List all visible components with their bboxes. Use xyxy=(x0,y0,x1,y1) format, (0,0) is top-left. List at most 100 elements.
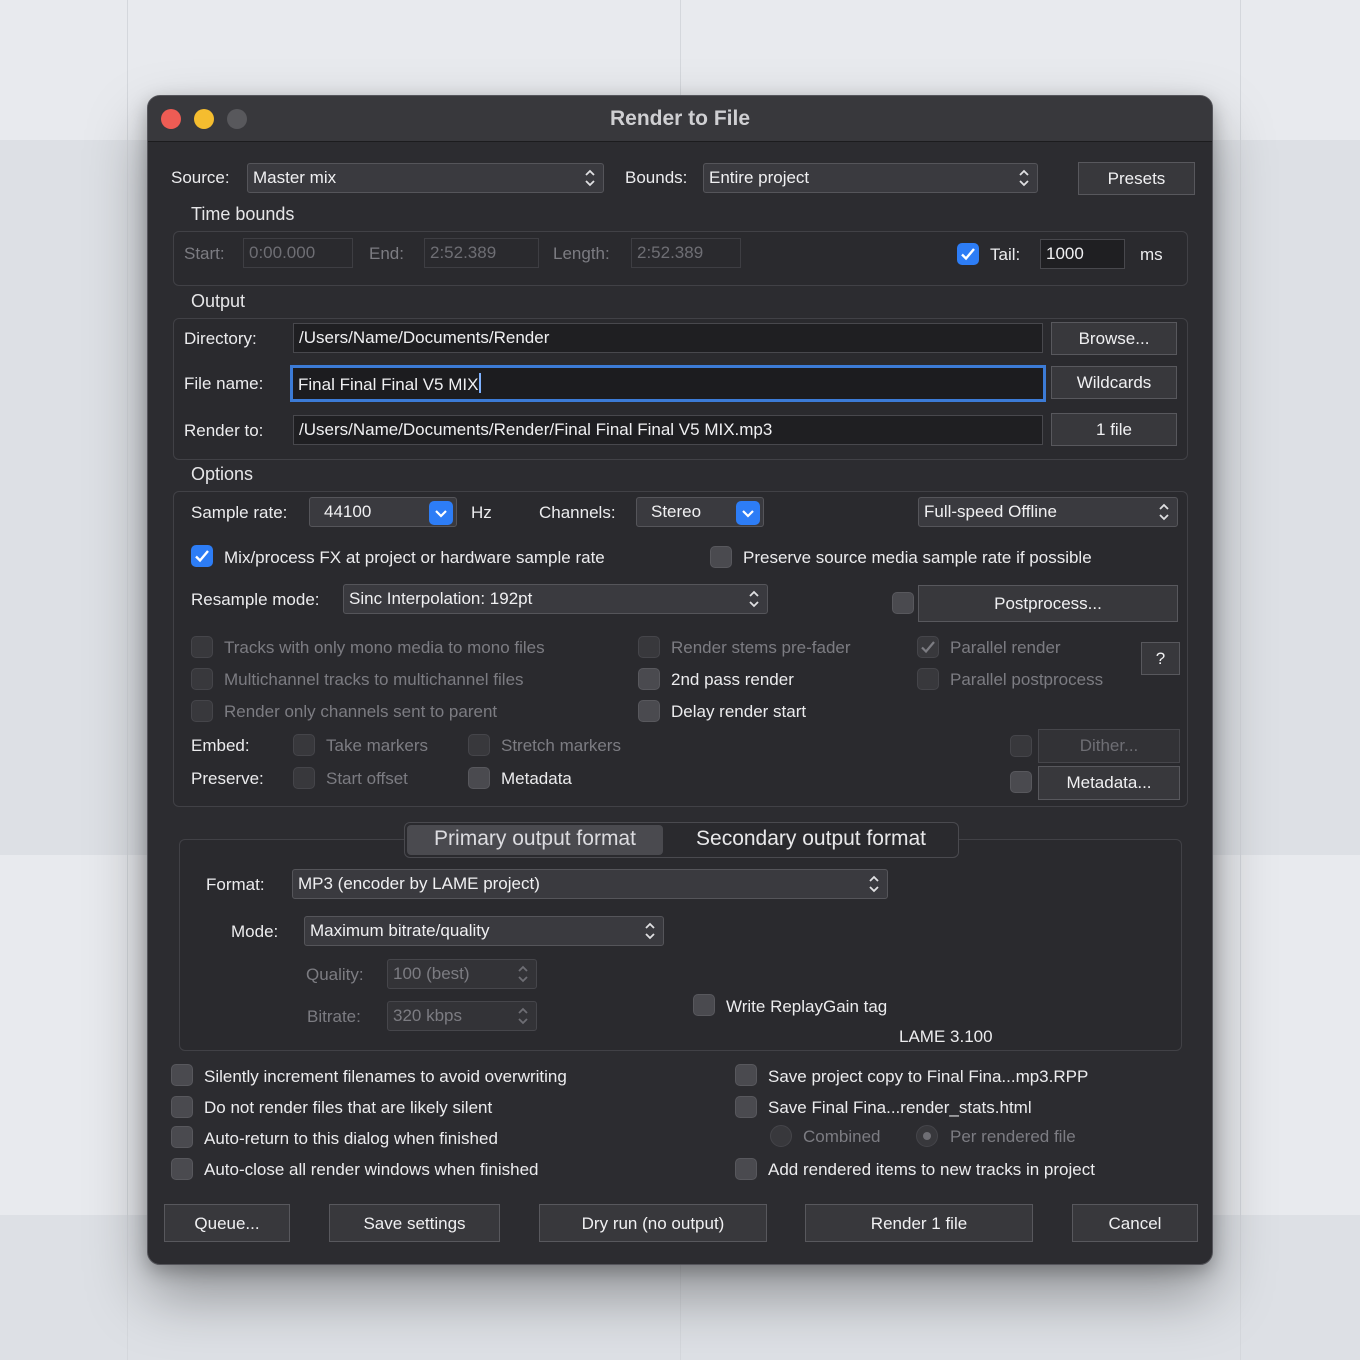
background-gridline xyxy=(1240,0,1241,1360)
preserve-sample-rate-checkbox[interactable] xyxy=(710,546,732,568)
tab-secondary-output-format[interactable]: Secondary output format xyxy=(667,825,955,855)
parallel-render-checkbox[interactable] xyxy=(917,636,939,658)
quality-select[interactable]: 100 (best) xyxy=(387,959,537,989)
auto-return-label: Auto-return to this dialog when finished xyxy=(204,1129,498,1148)
sample-rate-combo[interactable]: 44100 xyxy=(309,497,457,527)
checkmark-icon xyxy=(961,248,975,261)
bitrate-value: 320 kbps xyxy=(393,1006,462,1025)
channels-parent-checkbox[interactable] xyxy=(191,700,213,722)
resample-mode-value: Sinc Interpolation: 192pt xyxy=(349,589,533,608)
save-settings-button[interactable]: Save settings xyxy=(329,1204,500,1242)
up-down-arrows-icon xyxy=(645,922,655,940)
tail-checkbox[interactable] xyxy=(957,243,979,265)
add-tracks-checkbox[interactable] xyxy=(735,1158,757,1180)
metadata-enable-checkbox[interactable] xyxy=(1010,771,1032,793)
parallel-postprocess-checkbox[interactable] xyxy=(917,668,939,690)
channels-parent-label: Render only channels sent to parent xyxy=(224,702,498,721)
browse-button[interactable]: Browse... xyxy=(1051,322,1177,355)
render-button[interactable]: Render 1 file xyxy=(805,1204,1033,1242)
parallel-render-label: Parallel render xyxy=(950,638,1061,657)
start-offset-checkbox[interactable] xyxy=(293,767,315,789)
replaygain-label: Write ReplayGain tag xyxy=(726,997,888,1016)
postprocess-checkbox[interactable] xyxy=(892,592,914,614)
channels-value: Stereo xyxy=(651,502,702,521)
output-heading: Output xyxy=(191,291,246,311)
mono-files-checkbox[interactable] xyxy=(191,636,213,658)
up-down-arrows-icon xyxy=(518,965,528,983)
up-down-arrows-icon xyxy=(518,1007,528,1025)
dither-checkbox[interactable] xyxy=(1010,735,1032,757)
help-button[interactable]: ? xyxy=(1141,642,1180,675)
parallel-postprocess-label: Parallel postprocess xyxy=(950,670,1104,689)
auto-return-checkbox[interactable] xyxy=(171,1126,193,1148)
stems-prefader-checkbox[interactable] xyxy=(638,636,660,658)
source-select[interactable]: Master mix xyxy=(247,163,604,193)
auto-close-label: Auto-close all render windows when finis… xyxy=(204,1160,539,1179)
stretch-markers-checkbox[interactable] xyxy=(468,734,490,756)
chevron-down-icon xyxy=(435,510,447,518)
channels-dropdown-button[interactable] xyxy=(736,501,760,525)
cancel-button[interactable]: Cancel xyxy=(1072,1204,1198,1242)
length-field[interactable]: 2:52.389 xyxy=(631,238,741,268)
tail-unit: ms xyxy=(1140,245,1163,264)
resample-mode-label: Resample mode: xyxy=(191,590,320,609)
no-silent-checkbox[interactable] xyxy=(171,1096,193,1118)
checkmark-icon xyxy=(921,641,935,654)
resample-mode-select[interactable]: Sinc Interpolation: 192pt xyxy=(343,584,768,614)
mix-fx-checkbox[interactable] xyxy=(191,545,213,567)
bitrate-label: Bitrate: xyxy=(307,1007,361,1026)
per-file-label: Per rendered file xyxy=(950,1127,1076,1146)
bounds-select-value: Entire project xyxy=(709,168,810,187)
sample-rate-dropdown-button[interactable] xyxy=(429,501,453,525)
render-speed-select[interactable]: Full-speed Offline xyxy=(918,497,1178,527)
source-label: Source: xyxy=(171,168,230,187)
up-down-arrows-icon xyxy=(749,590,759,608)
save-project-copy-checkbox[interactable] xyxy=(735,1064,757,1086)
options-heading: Options xyxy=(191,464,254,484)
channels-combo[interactable]: Stereo xyxy=(636,497,764,527)
queue-button[interactable]: Queue... xyxy=(164,1204,290,1242)
end-label: End: xyxy=(369,244,404,263)
files-count-button[interactable]: 1 file xyxy=(1051,413,1177,446)
render-to-label: Render to: xyxy=(184,421,264,440)
auto-close-checkbox[interactable] xyxy=(171,1158,193,1180)
presets-button[interactable]: Presets xyxy=(1078,162,1195,195)
preserve-metadata-checkbox[interactable] xyxy=(468,767,490,789)
bounds-select[interactable]: Entire project xyxy=(703,163,1038,193)
format-label: Format: xyxy=(206,875,265,894)
postprocess-button[interactable]: Postprocess... xyxy=(918,585,1178,622)
wildcards-button[interactable]: Wildcards xyxy=(1051,366,1177,399)
delay-start-checkbox[interactable] xyxy=(638,700,660,722)
channels-label: Channels: xyxy=(539,503,616,522)
replaygain-checkbox[interactable] xyxy=(693,994,715,1016)
dry-run-button[interactable]: Dry run (no output) xyxy=(539,1204,767,1242)
mode-select[interactable]: Maximum bitrate/quality xyxy=(304,916,664,946)
per-file-radio[interactable] xyxy=(916,1125,938,1147)
multichannel-checkbox[interactable] xyxy=(191,668,213,690)
take-markers-checkbox[interactable] xyxy=(293,734,315,756)
format-select[interactable]: MP3 (encoder by LAME project) xyxy=(292,869,888,899)
bitrate-select[interactable]: 320 kbps xyxy=(387,1001,537,1031)
source-select-value: Master mix xyxy=(253,168,337,187)
directory-field[interactable]: /Users/Name/Documents/Render xyxy=(293,323,1043,353)
end-field[interactable]: 2:52.389 xyxy=(424,238,539,268)
time-bounds-heading: Time bounds xyxy=(191,204,295,224)
preserve-sample-rate-label: Preserve source media sample rate if pos… xyxy=(743,548,1092,567)
tab-primary-output-format[interactable]: Primary output format xyxy=(407,825,663,855)
mode-label: Mode: xyxy=(231,922,279,941)
chevron-down-icon xyxy=(742,510,754,518)
combined-radio[interactable] xyxy=(770,1125,792,1147)
filename-field[interactable]: Final Final Final V5 MIX xyxy=(290,365,1046,402)
second-pass-checkbox[interactable] xyxy=(638,668,660,690)
save-stats-checkbox[interactable] xyxy=(735,1096,757,1118)
add-tracks-label: Add rendered items to new tracks in proj… xyxy=(768,1160,1095,1179)
filename-label: File name: xyxy=(184,374,264,393)
silently-increment-checkbox[interactable] xyxy=(171,1064,193,1086)
hz-label: Hz xyxy=(471,503,492,522)
format-tabs: Primary output format Secondary output f… xyxy=(404,822,959,858)
metadata-button[interactable]: Metadata... xyxy=(1038,766,1180,800)
radio-dot xyxy=(923,1132,931,1140)
dither-button[interactable]: Dither... xyxy=(1038,729,1180,763)
tail-field[interactable]: 1000 xyxy=(1040,239,1125,269)
start-field[interactable]: 0:00.000 xyxy=(243,238,353,268)
